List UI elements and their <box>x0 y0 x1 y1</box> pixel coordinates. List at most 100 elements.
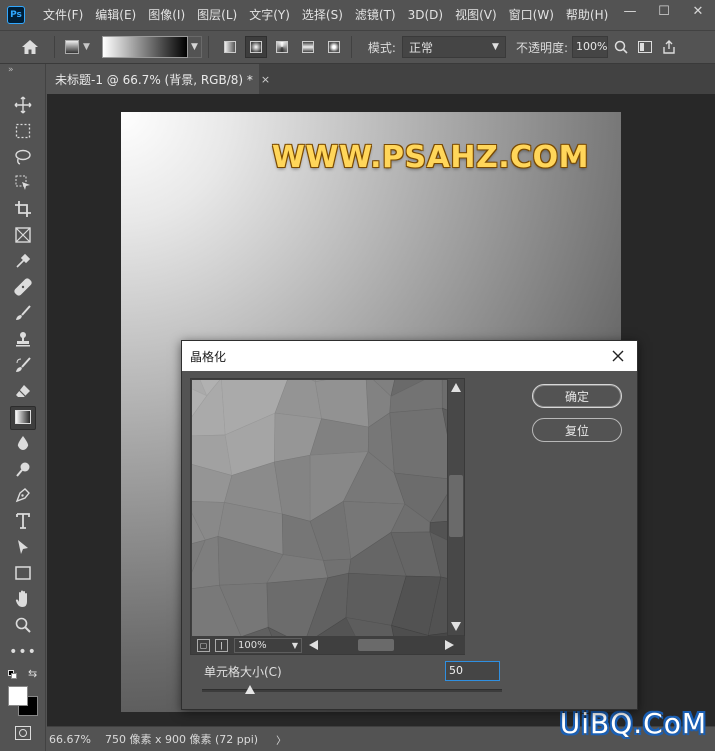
crop-tool[interactable] <box>10 198 36 222</box>
preview-horizontal-scrollbar[interactable] <box>306 638 456 652</box>
reflected-gradient-icon <box>301 41 314 53</box>
swap-colors-icon[interactable]: ⇆ <box>28 667 37 680</box>
preview-zoom-value: 100% <box>238 639 267 651</box>
menu-filter[interactable]: 滤镜(T) <box>349 0 402 30</box>
site-watermark: UiBQ.CoM <box>559 707 707 740</box>
dialog-close-button[interactable] <box>607 345 629 367</box>
home-button[interactable] <box>12 33 48 61</box>
dodge-icon <box>15 461 31 480</box>
angle-gradient-button[interactable] <box>271 36 293 58</box>
minimize-button[interactable]: — <box>613 0 647 22</box>
gradient-editor-swatch[interactable] <box>101 36 188 58</box>
dodge-tool[interactable] <box>10 458 36 482</box>
reflected-gradient-button[interactable] <box>297 36 319 58</box>
hand-tool[interactable] <box>10 588 36 612</box>
diamond-gradient-button[interactable] <box>323 36 345 58</box>
maximize-button[interactable]: ☐ <box>647 0 681 22</box>
more-tools-button[interactable]: ••• <box>9 640 37 664</box>
foreground-color-swatch[interactable] <box>8 686 28 706</box>
collapse-toolbar-button[interactable]: » <box>0 64 45 78</box>
menu-type[interactable]: 文字(Y) <box>243 0 296 30</box>
quick-mask-button[interactable] <box>12 724 34 742</box>
move-tool[interactable] <box>10 94 36 118</box>
zoom-tool[interactable] <box>10 614 36 638</box>
close-window-button[interactable]: ✕ <box>681 0 715 22</box>
scroll-right-icon[interactable] <box>442 638 456 652</box>
blur-tool[interactable] <box>10 432 36 456</box>
menu-file[interactable]: 文件(F) <box>37 0 89 30</box>
workspace-icon <box>638 41 653 53</box>
healing-brush-tool[interactable] <box>10 276 36 300</box>
share-button[interactable] <box>658 36 680 58</box>
preview-vertical-scrollbar[interactable] <box>448 379 464 635</box>
gradient-tool[interactable] <box>10 406 36 430</box>
chevron-down-icon[interactable]: ▼ <box>83 42 90 52</box>
object-select-icon <box>15 175 31 194</box>
blend-mode-select[interactable]: 正常 ▼ <box>401 36 506 58</box>
zoom-in-button[interactable]: ǀ <box>215 638 228 652</box>
more-icon: ••• <box>9 644 37 660</box>
dialog-title: 晶格化 <box>190 349 227 364</box>
vertical-scroll-thumb[interactable] <box>449 475 463 537</box>
history-brush-tool[interactable] <box>10 354 36 378</box>
menu-help[interactable]: 帮助(H) <box>560 0 614 30</box>
healing-icon <box>14 277 32 299</box>
eyedropper-tool[interactable] <box>10 250 36 274</box>
chevron-down-icon: ▼ <box>190 42 198 52</box>
frame-tool[interactable] <box>10 224 36 248</box>
eraser-tool[interactable] <box>10 380 36 404</box>
path-selection-tool[interactable] <box>10 536 36 560</box>
dialog-title-bar[interactable]: 晶格化 <box>182 341 637 371</box>
cell-size-slider-thumb[interactable] <box>245 685 255 694</box>
cell-size-input[interactable]: 50 <box>445 661 500 681</box>
type-tool[interactable] <box>10 510 36 534</box>
rectangle-icon <box>15 565 31 583</box>
pen-tool[interactable] <box>10 484 36 508</box>
window-controls: — ☐ ✕ <box>613 0 715 22</box>
brush-icon <box>15 304 31 324</box>
search-button[interactable] <box>610 36 632 58</box>
ok-button[interactable]: 确定 <box>532 384 622 408</box>
default-colors-icon[interactable] <box>8 670 18 680</box>
workspace-button[interactable] <box>634 36 656 58</box>
menu-layer[interactable]: 图层(L) <box>191 0 243 30</box>
reset-button[interactable]: 复位 <box>532 418 622 442</box>
menu-image[interactable]: 图像(I) <box>142 0 191 30</box>
horizontal-scroll-thumb[interactable] <box>358 639 394 651</box>
preview-zoom-select[interactable]: 100% ▼ <box>234 637 302 653</box>
linear-gradient-button[interactable] <box>219 36 241 58</box>
tool-preset-picker[interactable] <box>65 40 79 54</box>
scroll-down-icon[interactable] <box>449 619 463 633</box>
divider <box>207 36 209 58</box>
filter-preview[interactable] <box>192 380 447 636</box>
document-tab[interactable]: 未标题-1 @ 66.7% (背景, RGB/8) * × <box>47 64 270 94</box>
scroll-left-icon[interactable] <box>306 638 320 652</box>
close-icon[interactable]: × <box>261 73 270 86</box>
menu-edit[interactable]: 编辑(E) <box>89 0 142 30</box>
opacity-field[interactable]: 100% <box>572 36 609 58</box>
document-tab-title: 未标题-1 @ 66.7% (背景, RGB/8) * <box>55 72 253 87</box>
menu-select[interactable]: 选择(S) <box>296 0 349 30</box>
close-icon <box>612 350 624 362</box>
scroll-up-icon[interactable] <box>449 380 463 394</box>
quick-mask-icon <box>15 726 31 740</box>
brush-tool[interactable] <box>10 302 36 326</box>
gradient-icon <box>15 409 31 427</box>
gradient-picker-dropdown[interactable]: ▼ <box>187 36 202 58</box>
menu-window[interactable]: 窗口(W) <box>503 0 560 30</box>
rectangle-tool[interactable] <box>10 562 36 586</box>
chevron-right-icon[interactable]: 〉 <box>276 732 286 747</box>
clone-stamp-tool[interactable] <box>10 328 36 352</box>
menu-3d[interactable]: 3D(D) <box>402 0 449 30</box>
crystallize-dialog: 晶格化 ▢ ǀ 100% ▼ 确定 复位 单元格大小(C) 50 <box>181 340 638 710</box>
stamp-icon <box>15 331 31 350</box>
chevron-down-icon: ▼ <box>492 42 499 52</box>
diamond-gradient-icon <box>327 41 340 53</box>
zoom-level-field[interactable]: 66.67% <box>47 733 97 746</box>
lasso-tool[interactable] <box>10 146 36 170</box>
menu-view[interactable]: 视图(V) <box>449 0 503 30</box>
zoom-out-button[interactable]: ▢ <box>197 638 210 652</box>
marquee-tool[interactable] <box>10 120 36 144</box>
object-select-tool[interactable] <box>10 172 36 196</box>
radial-gradient-button[interactable] <box>244 36 267 58</box>
